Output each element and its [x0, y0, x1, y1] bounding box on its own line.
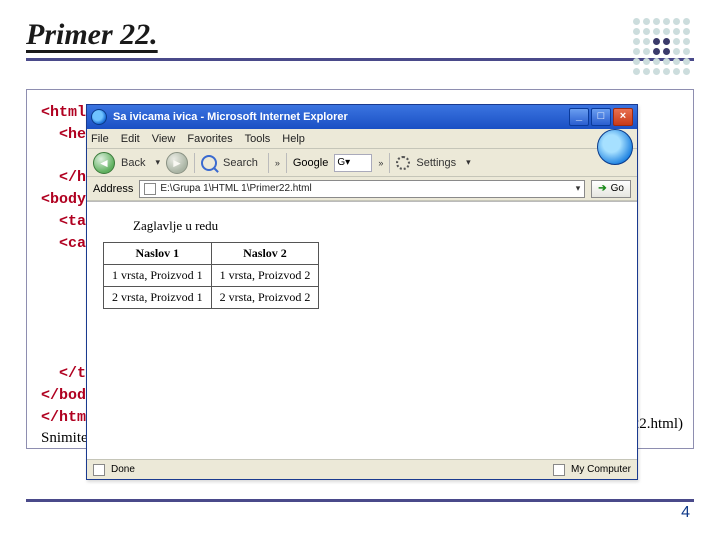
settings-label[interactable]: Settings — [416, 157, 456, 169]
computer-icon — [553, 464, 565, 476]
address-value: E:\Grupa 1\HTML 1\Primer22.html — [160, 183, 311, 194]
menu-favorites[interactable]: Favorites — [187, 133, 232, 145]
address-bar: Address E:\Grupa 1\HTML 1\Primer22.html … — [87, 177, 637, 201]
go-button[interactable]: ➔Go — [591, 180, 631, 198]
back-label: Back — [121, 157, 145, 169]
slide-title: Primer 22. — [26, 18, 694, 52]
back-button[interactable]: ◄ — [93, 152, 115, 174]
search-icon[interactable] — [201, 155, 217, 171]
menu-tools[interactable]: Tools — [245, 133, 271, 145]
ie-icon — [91, 109, 107, 125]
title-rule — [26, 58, 694, 61]
window-title: Sa ivicama ivica - Microsoft Internet Ex… — [113, 111, 563, 123]
settings-chevron-icon[interactable]: ▾ — [466, 157, 471, 168]
menu-help[interactable]: Help — [282, 133, 305, 145]
chevrons-icon[interactable]: » — [275, 158, 280, 168]
toolbar: ◄ Back ▾ ► Search » Google G▾ » Settings… — [87, 149, 637, 177]
close-button[interactable]: × — [613, 108, 633, 126]
bottom-rule — [26, 499, 694, 502]
chevrons-icon[interactable]: » — [378, 158, 383, 168]
menu-file[interactable]: File — [91, 133, 109, 145]
toolbar-separator — [194, 153, 195, 173]
toolbar-separator — [389, 153, 390, 173]
status-bar: Done My Computer — [87, 459, 637, 479]
table-header: Naslov 2 — [211, 243, 319, 265]
google-search-input[interactable]: G▾ — [334, 154, 372, 172]
maximize-button[interactable]: □ — [591, 108, 611, 126]
table-caption: Zaglavlje u redu — [133, 218, 627, 234]
page-number: 4 — [681, 504, 690, 522]
browser-window: Sa ivicama ivica - Microsoft Internet Ex… — [86, 104, 638, 480]
back-chevron-icon[interactable]: ▾ — [155, 157, 160, 168]
table-header-row: Naslov 1 Naslov 2 — [104, 243, 319, 265]
example-table: Naslov 1 Naslov 2 1 vrsta, Proizvod 1 1 … — [103, 242, 319, 309]
page-viewport[interactable]: Zaglavlje u redu Naslov 1 Naslov 2 1 vrs… — [87, 201, 637, 459]
ie-logo-large — [597, 129, 633, 165]
status-text: Done — [111, 464, 135, 475]
menu-bar: File Edit View Favorites Tools Help — [87, 129, 637, 149]
minimize-button[interactable]: _ — [569, 108, 589, 126]
table-row: 2 vrsta, Proizvod 1 2 vrsta, Proizvod 2 — [104, 287, 319, 309]
address-chevron-icon[interactable]: ▾ — [576, 183, 581, 194]
window-titlebar[interactable]: Sa ivicama ivica - Microsoft Internet Ex… — [87, 105, 637, 129]
address-input[interactable]: E:\Grupa 1\HTML 1\Primer22.html ▾ — [139, 180, 585, 198]
table-cell: 1 vrsta, Proizvod 2 — [211, 265, 319, 287]
google-label: Google — [293, 157, 328, 169]
document-icon — [93, 464, 105, 476]
forward-button[interactable]: ► — [166, 152, 188, 174]
table-cell: 2 vrsta, Proizvod 2 — [211, 287, 319, 309]
gear-icon[interactable] — [396, 156, 410, 170]
document-icon — [144, 183, 156, 195]
table-header: Naslov 1 — [104, 243, 212, 265]
zone-text: My Computer — [571, 464, 631, 475]
table-cell: 1 vrsta, Proizvod 1 — [104, 265, 212, 287]
menu-edit[interactable]: Edit — [121, 133, 140, 145]
menu-view[interactable]: View — [152, 133, 176, 145]
address-label: Address — [93, 183, 133, 195]
table-row: 1 vrsta, Proizvod 1 1 vrsta, Proizvod 2 — [104, 265, 319, 287]
toolbar-separator — [286, 153, 287, 173]
toolbar-separator — [268, 153, 269, 173]
table-cell: 2 vrsta, Proizvod 1 — [104, 287, 212, 309]
decorative-dots — [633, 18, 690, 75]
search-label: Search — [223, 157, 258, 169]
